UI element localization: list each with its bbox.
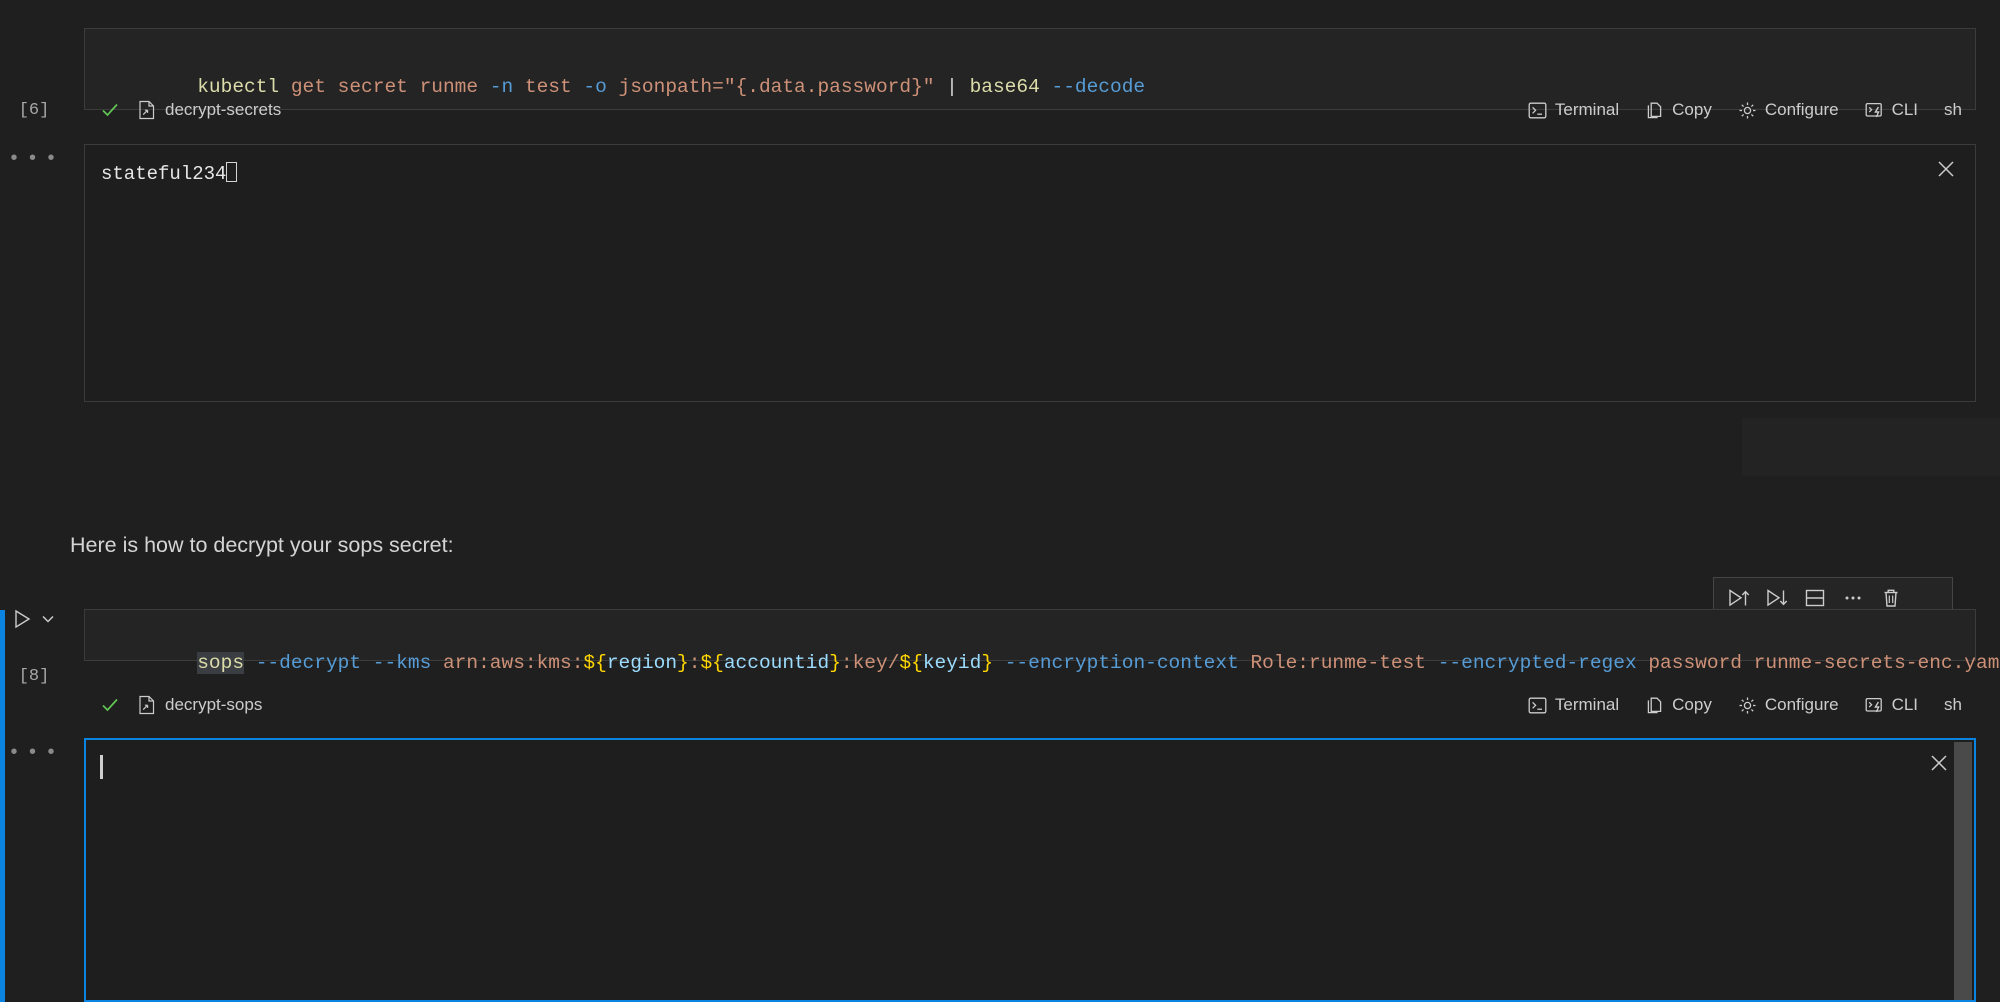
collapsed-cell-placeholder xyxy=(1742,418,2000,476)
token-dollar: $ xyxy=(700,652,712,674)
copy-action-1[interactable]: Copy xyxy=(1645,100,1712,120)
terminal-action-2[interactable]: Terminal xyxy=(1528,695,1619,715)
language-label-1: sh xyxy=(1944,100,1962,120)
terminal-action-1[interactable]: Terminal xyxy=(1528,100,1619,120)
output-text-2 xyxy=(100,755,103,780)
cell-name-label-1: decrypt-secrets xyxy=(165,100,281,120)
cell-status-bar-1: decrypt-secrets Terminal xyxy=(84,93,1976,127)
token-command-selected: sops xyxy=(197,652,244,674)
gear-icon xyxy=(1738,696,1757,715)
check-icon xyxy=(100,695,120,715)
terminal-icon xyxy=(1528,101,1547,120)
token-flag: --decrypt xyxy=(256,652,361,674)
copy-action-2[interactable]: Copy xyxy=(1645,695,1712,715)
cli-action-1[interactable]: CLI xyxy=(1865,100,1918,120)
code-editor-cell-2[interactable]: sops --decrypt --kms arn:aws:kms:${regio… xyxy=(84,609,1976,661)
cell-output-1[interactable]: stateful234 xyxy=(84,144,1976,402)
token-space xyxy=(244,652,256,674)
gear-icon xyxy=(1738,101,1757,120)
cli-icon xyxy=(1865,101,1884,120)
terminal-label-1: Terminal xyxy=(1555,100,1619,120)
cell-name-button-2[interactable]: decrypt-sops xyxy=(138,695,262,715)
notebook-file-icon xyxy=(138,100,156,120)
token-variable: region xyxy=(607,652,677,674)
token-space xyxy=(993,652,1005,674)
cell-run-controls[interactable] xyxy=(0,608,68,630)
token-brace: } xyxy=(981,652,993,674)
language-badge-1[interactable]: sh xyxy=(1944,100,1962,120)
copy-icon xyxy=(1645,101,1664,120)
markdown-paragraph: Here is how to decrypt your sops secret: xyxy=(70,533,454,558)
notebook-file-icon xyxy=(138,695,156,715)
copy-label-2: Copy xyxy=(1672,695,1712,715)
cell-name-label-2: decrypt-sops xyxy=(165,695,262,715)
token-brace: { xyxy=(712,652,724,674)
token-flag: --encryption-context xyxy=(1005,652,1239,674)
cli-icon xyxy=(1865,696,1884,715)
token-brace: } xyxy=(677,652,689,674)
close-output-button-2[interactable] xyxy=(1930,754,1948,772)
token-variable: accountid xyxy=(724,652,829,674)
terminal-cursor-1 xyxy=(226,162,237,182)
output-more-actions-1[interactable]: • • • xyxy=(0,148,68,169)
language-label-2: sh xyxy=(1944,695,1962,715)
token-flag: --kms xyxy=(373,652,432,674)
output-text-1: stateful234 xyxy=(101,162,237,185)
copy-icon xyxy=(1645,696,1664,715)
copy-label-1: Copy xyxy=(1672,100,1712,120)
output-scrollbar-2[interactable] xyxy=(1954,742,1972,1000)
terminal-cursor-2 xyxy=(100,755,103,779)
chevron-down-icon[interactable] xyxy=(40,611,56,627)
configure-label-1: Configure xyxy=(1765,100,1839,120)
cli-label-1: CLI xyxy=(1892,100,1918,120)
token-brace: { xyxy=(595,652,607,674)
token-space xyxy=(361,652,373,674)
check-icon xyxy=(100,100,120,120)
execution-count-cell-1: [6] xyxy=(0,99,68,120)
token-argument: arn:aws:kms: xyxy=(443,652,583,674)
language-badge-2[interactable]: sh xyxy=(1944,695,1962,715)
token-argument: Role:runme-test xyxy=(1250,652,1426,674)
token-dollar: $ xyxy=(899,652,911,674)
play-icon[interactable] xyxy=(12,608,32,630)
token-space xyxy=(1637,652,1649,674)
cell-status-bar-2: decrypt-sops Terminal xyxy=(84,688,1976,722)
token-space xyxy=(431,652,443,674)
terminal-icon xyxy=(1528,696,1547,715)
token-flag: --encrypted-regex xyxy=(1438,652,1637,674)
terminal-label-2: Terminal xyxy=(1555,695,1619,715)
configure-label-2: Configure xyxy=(1765,695,1839,715)
token-argument: : xyxy=(689,652,701,674)
token-argument: :key/ xyxy=(841,652,900,674)
cli-action-2[interactable]: CLI xyxy=(1865,695,1918,715)
token-space xyxy=(1426,652,1438,674)
cell-name-button-1[interactable]: decrypt-secrets xyxy=(138,100,281,120)
token-variable: keyid xyxy=(923,652,982,674)
token-argument: password runme-secrets-enc.yaml xyxy=(1648,652,2000,674)
configure-action-2[interactable]: Configure xyxy=(1738,695,1839,715)
token-dollar: $ xyxy=(583,652,595,674)
execution-count-cell-2: [8] xyxy=(0,665,68,686)
close-output-button-1[interactable] xyxy=(1937,160,1955,178)
output-more-actions-2[interactable]: • • • xyxy=(0,742,68,763)
cell-output-2[interactable] xyxy=(84,738,1976,1002)
token-brace: } xyxy=(829,652,841,674)
token-brace: { xyxy=(911,652,923,674)
token-space xyxy=(1239,652,1251,674)
cli-label-2: CLI xyxy=(1892,695,1918,715)
configure-action-1[interactable]: Configure xyxy=(1738,100,1839,120)
